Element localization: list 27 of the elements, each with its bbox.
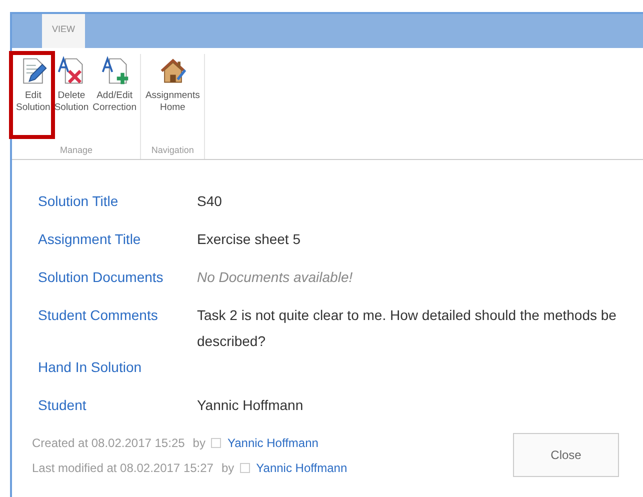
presence-icon	[240, 462, 250, 472]
ribbon-group-label: Navigation	[151, 144, 194, 157]
user-link[interactable]: Yannic Hoffmann	[256, 460, 348, 474]
ribbon-button[interactable]: Edit Solution	[14, 54, 52, 116]
by-text: by	[221, 460, 234, 474]
ribbon-group-label: Manage	[60, 144, 92, 157]
timestamp-text: Created at 08.02.2017 15:25	[32, 436, 185, 450]
field-label: Solution Documents	[38, 268, 164, 287]
user-link[interactable]: Yannic Hoffmann	[227, 436, 318, 450]
field-value: No Documents available!	[197, 268, 354, 287]
field-value: Task 2 is not quite clear to me. How detailed should the methods be described?	[197, 306, 618, 351]
field-label: Solution Title	[38, 192, 120, 211]
close-button[interactable]: Close	[513, 433, 619, 477]
letter-add-icon	[100, 56, 130, 86]
field-label: Assignment Title	[38, 230, 142, 249]
by-text: by	[192, 436, 206, 450]
ribbon-button[interactable]: Add/Edit Correction	[90, 54, 138, 116]
field-value: Exercise sheet 5	[197, 230, 302, 249]
field-label: Hand In Solution	[38, 358, 143, 377]
field-label: Student	[38, 396, 88, 415]
ribbon-button[interactable]: Delete Solution	[52, 54, 91, 116]
field-value: S40	[197, 192, 223, 211]
timestamp-text: Last modified at 08.02.2017 15:27	[32, 460, 214, 474]
field-label: Student Comments	[38, 306, 159, 325]
field-value: Yannic Hoffmann	[197, 396, 304, 415]
ribbon-button[interactable]: Assignments Home	[143, 54, 202, 116]
presence-icon	[211, 438, 222, 448]
